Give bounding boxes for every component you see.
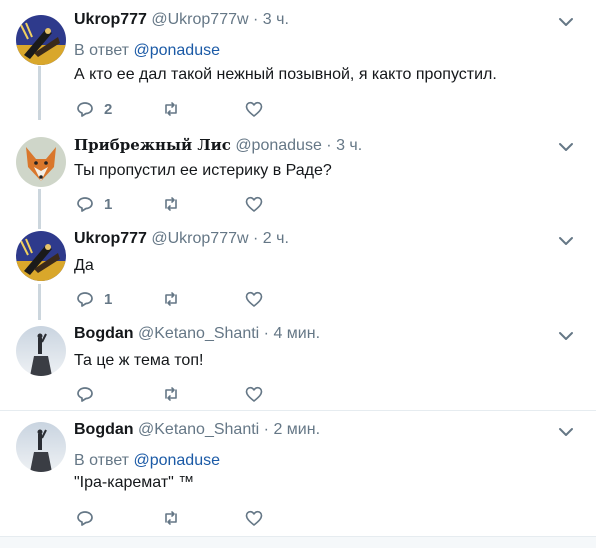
reply-icon — [77, 102, 93, 117]
reply-icon — [77, 197, 93, 212]
retweet-button[interactable] — [162, 194, 180, 214]
display-name[interactable]: Ukrop777 — [74, 230, 147, 247]
retweet-button[interactable] — [162, 99, 180, 119]
tweet-text: "Іра-каремат" ™ — [74, 474, 195, 491]
reply-button[interactable]: 1 — [76, 289, 112, 309]
reply-count: 1 — [104, 195, 113, 213]
display-name[interactable]: Bogdan — [74, 421, 134, 438]
tweet-header: Ukrop777 @Ukrop777w · 2 ч. — [74, 229, 289, 249]
ukrop-avatar-image — [16, 15, 66, 65]
display-name[interactable]: Ukrop777 — [74, 11, 147, 28]
retweet-button[interactable] — [162, 384, 180, 404]
tweet[interactable]: Прибрежный Лис @ponaduse · 3 ч. Ты пропу… — [0, 135, 596, 220]
chevron-down-icon[interactable] — [556, 12, 576, 32]
avatar[interactable] — [16, 326, 66, 376]
tweet-header: Bogdan @Ketano_Shanti · 4 мин. — [74, 324, 320, 344]
chevron-down-icon[interactable] — [556, 422, 576, 442]
tweet[interactable]: Bogdan @Ketano_Shanti · 2 мин. В ответ @… — [0, 420, 596, 534]
like-icon — [245, 386, 263, 402]
avatar[interactable] — [16, 137, 66, 187]
chevron-down-icon[interactable] — [556, 231, 576, 251]
chevron-down-icon[interactable] — [556, 326, 576, 346]
tweet-header: Ukrop777 @Ukrop777w · 3 ч. — [74, 10, 289, 30]
tweet[interactable]: Ukrop777 @Ukrop777w · 2 ч. Да 1 — [0, 229, 596, 314]
retweet-icon — [165, 511, 177, 525]
like-button[interactable] — [245, 384, 263, 404]
like-button[interactable] — [245, 289, 263, 309]
like-button[interactable] — [245, 194, 263, 214]
reply-button[interactable] — [76, 508, 94, 528]
separator-dot: · — [326, 137, 332, 154]
retweet-icon — [165, 387, 177, 401]
reply-context: В ответ @ponaduse — [74, 41, 220, 61]
tweet-header: Прибрежный Лис @ponaduse · 3 ч. — [74, 135, 362, 156]
tweet-text: Та це ж тема топ! — [74, 352, 204, 369]
retweet-button[interactable] — [162, 508, 180, 528]
ukrop-avatar-image — [16, 231, 66, 281]
reply-to-link[interactable]: @ponaduse — [133, 42, 220, 59]
retweet-icon — [165, 102, 177, 116]
reply-count: 2 — [104, 100, 113, 118]
reply-to-link[interactable]: @ponaduse — [133, 452, 220, 469]
avatar[interactable] — [16, 15, 66, 65]
reply-icon — [77, 387, 93, 402]
like-icon — [245, 196, 263, 212]
timestamp[interactable]: 3 ч. — [263, 11, 289, 28]
chevron-down-icon[interactable] — [556, 137, 576, 157]
reply-icon — [77, 292, 93, 307]
user-handle[interactable]: @Ketano_Shanti — [138, 421, 259, 438]
like-button[interactable] — [245, 99, 263, 119]
timestamp[interactable]: 4 мин. — [273, 325, 320, 342]
tweet-text: Ты пропустил ее истерику в Раде? — [74, 162, 332, 179]
statue-avatar-image — [16, 422, 66, 472]
reply-count: 1 — [104, 290, 113, 308]
reply-button[interactable] — [76, 384, 94, 404]
reply-context: В ответ @ponaduse — [74, 451, 220, 471]
tweet-header: Bogdan @Ketano_Shanti · 2 мин. — [74, 420, 320, 440]
tweet-text: Да — [74, 257, 94, 274]
like-icon — [245, 291, 263, 307]
like-icon — [245, 510, 263, 526]
timeline-footer — [0, 536, 596, 548]
retweet-button[interactable] — [162, 289, 180, 309]
tweet-text: А кто ее дал такой нежный позывной, я ка… — [74, 66, 497, 83]
tweet[interactable]: Bogdan @Ketano_Shanti · 4 мин. Та це ж т… — [0, 324, 596, 410]
display-name[interactable]: Bogdan — [74, 325, 134, 342]
separator-dot: · — [263, 325, 269, 342]
timestamp[interactable]: 2 ч. — [263, 230, 289, 247]
user-handle[interactable]: @Ukrop777w — [151, 11, 248, 28]
fox-avatar-image — [16, 137, 66, 187]
tweet[interactable]: Ukrop777 @Ukrop777w · 3 ч. В ответ @pona… — [0, 10, 596, 122]
separator-dot: · — [253, 11, 259, 28]
separator-dot: · — [253, 230, 259, 247]
display-name[interactable]: Прибрежный Лис — [74, 136, 231, 154]
reply-prefix: В ответ — [74, 452, 130, 469]
avatar[interactable] — [16, 422, 66, 472]
retweet-icon — [165, 197, 177, 211]
user-handle[interactable]: @Ukrop777w — [151, 230, 248, 247]
timestamp[interactable]: 3 ч. — [336, 137, 362, 154]
statue-avatar-image — [16, 326, 66, 376]
like-icon — [245, 101, 263, 117]
reply-icon — [77, 511, 93, 526]
user-handle[interactable]: @ponaduse — [235, 137, 322, 154]
user-handle[interactable]: @Ketano_Shanti — [138, 325, 259, 342]
like-button[interactable] — [245, 508, 263, 528]
separator-dot: · — [263, 421, 269, 438]
reply-prefix: В ответ — [74, 42, 130, 59]
timestamp[interactable]: 2 мин. — [273, 421, 320, 438]
reply-button[interactable]: 2 — [76, 99, 112, 119]
retweet-icon — [165, 292, 177, 306]
avatar[interactable] — [16, 231, 66, 281]
separator — [0, 410, 596, 411]
reply-button[interactable]: 1 — [76, 194, 112, 214]
